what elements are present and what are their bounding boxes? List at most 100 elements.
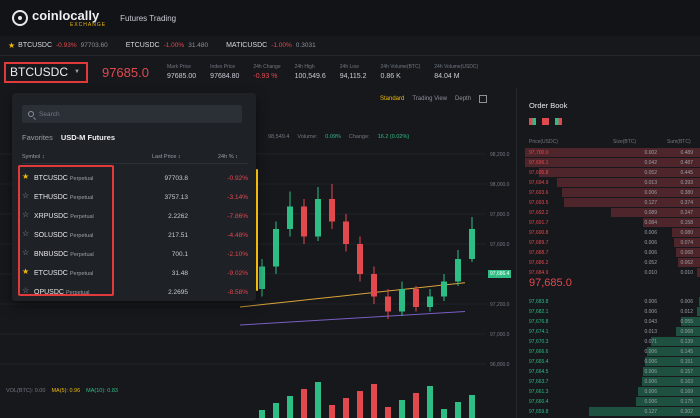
bid-row[interactable]: 97,660.4 0.006 0.175	[517, 397, 700, 407]
ask-price: 97,700.0	[529, 150, 549, 156]
ask-row[interactable]: 97,694.9 0.013 0.393	[517, 178, 700, 188]
ask-price: 97,690.8	[529, 230, 549, 236]
bid-row[interactable]: 97,659.8 0.127 0.302	[517, 407, 700, 417]
ask-row[interactable]: 97,692.2 0.089 0.247	[517, 208, 700, 218]
divider	[22, 163, 248, 164]
logo[interactable]: coinlocally EXCHANGE	[32, 9, 106, 28]
ask-size: 0.052	[644, 260, 657, 266]
symbol-row[interactable]: ☆ XRPUSDC Perpetual 2.2262 -7.86%	[22, 207, 248, 226]
bid-row[interactable]: 97,682.1 0.006 0.012	[517, 307, 700, 317]
star-outline-icon[interactable]: ☆	[22, 210, 32, 219]
symbol-row[interactable]: ☆ OPUSDC Perpetual 2.2695 -8.58%	[22, 283, 248, 302]
bid-price: 97,682.1	[529, 309, 549, 315]
ask-row[interactable]: 97,695.8 0.052 0.445	[517, 168, 700, 178]
header-symbol[interactable]: Symbol ↕	[22, 154, 45, 160]
ask-price: 97,692.2	[529, 210, 549, 216]
ticker-item[interactable]: MATICUSDC -1.00% 0.3031	[226, 42, 316, 49]
ask-row[interactable]: 97,693.5 0.127 0.374	[517, 198, 700, 208]
ask-row[interactable]: 97,691.7 0.084 0.158	[517, 218, 700, 228]
nav-futures-trading[interactable]: Futures Trading	[120, 14, 176, 23]
tab-favorites[interactable]: Favorites	[22, 133, 53, 142]
search-input[interactable]	[39, 110, 229, 118]
row-24h-pct: -4.48%	[227, 232, 248, 239]
bid-sum: 0.175	[680, 399, 693, 405]
star-filled-icon[interactable]: ★	[22, 172, 32, 181]
tab-usdm-futures[interactable]: USD-M Futures	[61, 133, 115, 142]
order-book-mid-price: 97,685.0	[529, 277, 572, 289]
bid-price: 97,659.8	[529, 409, 549, 415]
logo-icon[interactable]	[12, 10, 28, 26]
symbol-row[interactable]: ★ BTCUSDC Perpetual 97703.8 -0.92%	[22, 169, 248, 188]
view-bids-icon[interactable]	[555, 118, 562, 125]
star-filled-icon[interactable]: ★	[22, 267, 32, 276]
row-symbol: SOLUSDC Perpetual	[34, 232, 93, 239]
star-outline-icon[interactable]: ☆	[22, 286, 32, 295]
symbol-row[interactable]: ★ ETCUSDC Perpetual 31.48 -9.02%	[22, 264, 248, 283]
ask-row[interactable]: 97,686.2 0.052 0.062	[517, 258, 700, 268]
ask-price: 97,691.7	[529, 220, 549, 226]
volume-bar	[259, 410, 265, 418]
logo-name: coinlocally	[32, 7, 100, 23]
ask-row[interactable]: 97,689.7 0.006 0.074	[517, 238, 700, 248]
row-symbol: ETCUSDC Perpetual	[34, 270, 93, 277]
symbol-name: BTCUSDC	[10, 65, 69, 79]
bid-row[interactable]: 97,665.4 0.006 0.151	[517, 357, 700, 367]
ticker-item[interactable]: ★ BTCUSDC -0.93% 97703.60	[8, 41, 108, 50]
bid-row[interactable]: 97,664.5 0.006 0.157	[517, 367, 700, 377]
bid-row[interactable]: 97,661.3 0.006 0.169	[517, 387, 700, 397]
ask-row[interactable]: 97,693.6 0.006 0.380	[517, 188, 700, 198]
ask-price: 97,684.9	[529, 270, 549, 276]
ask-row[interactable]: 97,696.1 0.042 0.487	[517, 158, 700, 168]
view-asks-icon[interactable]	[542, 118, 549, 125]
bid-row[interactable]: 97,683.8 0.006 0.006	[517, 297, 700, 307]
price-axis-label: 96,800.0	[490, 362, 510, 368]
tab-standard[interactable]: Standard	[380, 96, 404, 103]
tab-depth[interactable]: Depth	[455, 96, 471, 103]
ask-row[interactable]: 97,700.0 0.002 0.489	[517, 148, 700, 158]
ask-row[interactable]: 97,690.8 0.006 0.080	[517, 228, 700, 238]
volume-bar	[441, 409, 447, 418]
symbol-row[interactable]: ☆ BNBUSDC Perpetual 700.1 -2.10%	[22, 245, 248, 264]
ask-row[interactable]: 97,688.7 0.006 0.068	[517, 248, 700, 258]
ask-sum: 0.374	[680, 200, 693, 206]
star-outline-icon[interactable]: ☆	[22, 248, 32, 257]
info-volume: 0.09%	[325, 134, 341, 140]
bid-size: 0.006	[644, 369, 657, 375]
row-24h-pct: -8.58%	[227, 289, 248, 296]
view-both-icon[interactable]	[529, 118, 536, 125]
stat-value: 94,115.2	[339, 73, 367, 80]
search-box[interactable]	[22, 105, 242, 123]
vol-ma10-label: MA(10): 0.83	[86, 388, 118, 394]
header-24h-pct[interactable]: 24h % ↕	[218, 154, 238, 160]
expand-icon[interactable]	[479, 95, 488, 103]
bid-row[interactable]: 97,663.7 0.006 0.163	[517, 377, 700, 387]
ticker-item[interactable]: ETCUSDC -1.00% 31.480	[126, 42, 208, 49]
row-contract-type: Perpetual	[69, 233, 94, 239]
star-outline-icon[interactable]: ☆	[22, 229, 32, 238]
scrollbar[interactable]	[256, 169, 258, 291]
tab-trading-view[interactable]: Trading View	[412, 96, 447, 103]
bid-row[interactable]: 97,666.6 0.006 0.145	[517, 347, 700, 357]
bid-row[interactable]: 97,674.1 0.013 0.068	[517, 327, 700, 337]
star-icon[interactable]: ★	[8, 41, 15, 50]
info-value: 98,549.4	[268, 134, 290, 140]
ask-sum: 0.158	[680, 220, 693, 226]
header-last-price[interactable]: Last Price ↕	[152, 154, 181, 160]
bid-sum: 0.302	[680, 409, 693, 415]
ask-sum: 0.080	[680, 230, 693, 236]
star-outline-icon[interactable]: ☆	[22, 191, 32, 200]
symbol-row[interactable]: ☆ ETHUSDC Perpetual 3757.13 -3.14%	[22, 188, 248, 207]
ask-price: 97,688.7	[529, 250, 549, 256]
row-contract-type: Perpetual	[69, 195, 94, 201]
volume-bar	[371, 384, 377, 418]
volume-bar	[287, 396, 293, 418]
bid-sum: 0.157	[680, 369, 693, 375]
bid-row[interactable]: 97,670.3 0.071 0.139	[517, 337, 700, 347]
stat-label: 24h Change	[253, 64, 281, 70]
stat-label: Index Price	[210, 64, 236, 70]
symbol-row[interactable]: ☆ SOLUSDC Perpetual 217.51 -4.48%	[22, 226, 248, 245]
symbol-selector[interactable]: BTCUSDC ▼	[4, 61, 88, 83]
volume-bar	[343, 398, 349, 418]
ask-size: 0.006	[644, 190, 657, 196]
bid-row[interactable]: 97,676.8 0.043 0.055	[517, 317, 700, 327]
